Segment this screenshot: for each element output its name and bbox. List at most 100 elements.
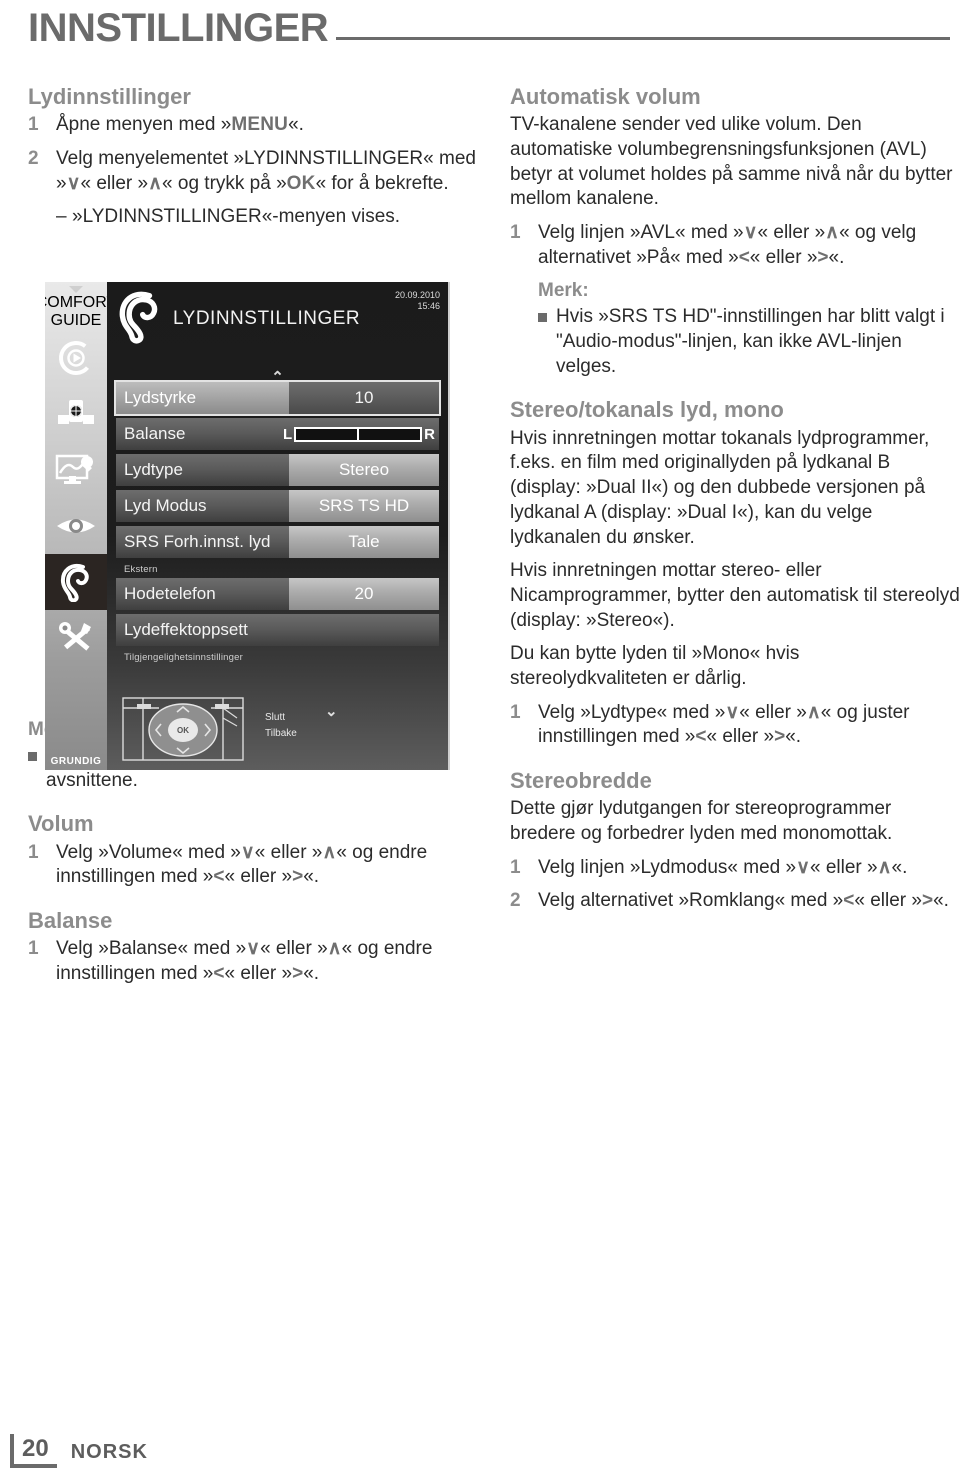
menu-row-value: Tale [289,526,439,558]
heading-volum: Volum [28,811,94,837]
step-number: 2 [510,890,521,912]
menu-row-lydeffektoppsett[interactable]: Lydeffektoppsett [116,614,439,646]
step-number: 1 [28,841,39,863]
step-item: 1 Velg linjen »Lydmodus« med »∨« eller »… [510,856,960,881]
menu-row-lydstyrke[interactable]: Lydstyrke 10 [114,380,441,416]
paragraph-avl: TV-kanalene sender ved ulike volum. Den … [510,114,953,210]
menu-row-label: Lydstyrke [116,382,289,414]
comfort-guide-line2: GUIDE [50,312,102,329]
step-item: 2 Velg alternativet »Romklang« med »<« e… [510,889,960,914]
page-title-bar: INNSTILLINGER [28,8,950,48]
title-underline [336,37,950,40]
comfort-guide-label: COMFORT GUIDE [45,282,116,330]
menu-row-label: Lydtype [116,454,289,486]
dash-note: – »LYDINNSTILLINGER«-menyen vises. [56,205,478,230]
menu-group-label-tilgjengelighet: Tilgjengelighetsinnstillinger [124,652,243,663]
step-text: Velg menyelementet »LYDINNSTILLINGER« me… [56,147,476,194]
menu-row-label: SRS Forh.innst. lyd [116,526,289,558]
page-number: 20 [10,1433,57,1468]
menu-row-value: SRS TS HD [289,490,439,522]
menu-row-hodetelefon[interactable]: Hodetelefon 20 [116,578,439,610]
tv-datetime: 20.09.2010 15:46 [395,290,440,313]
rail-item-eye[interactable] [45,498,107,554]
balance-left-label: L [282,425,293,443]
legend-slutt: Slutt [265,712,286,723]
paragraph-stereo-1: Hvis innretningen mottar tokanals lydpro… [510,427,930,548]
tv-date: 20.09.2010 [394,290,440,300]
rail-item-tools[interactable] [45,610,107,666]
menu-row-lyd-modus[interactable]: Lyd Modus SRS TS HD [116,490,439,522]
balance-right-label: R [424,425,435,443]
chevron-down-icon[interactable]: ⌄ [325,704,338,719]
menu-row-label: Hodetelefon [116,578,289,610]
rail-item-media[interactable] [45,330,107,386]
rail-item-sound[interactable] [45,554,107,610]
comfort-guide-line1: COMFORT [45,294,117,311]
rail-item-picture[interactable] [45,442,107,498]
menu-row-balanse[interactable]: Balanse L R [116,418,439,450]
menu-row-srs-forh-innst-lyd[interactable]: SRS Forh.innst. lyd Tale [116,526,439,558]
step-item: 1 Åpne menyen med »MENU«. [28,113,478,138]
tv-menu-header: LYDINNSTILLINGER [117,288,360,349]
page-title: INNSTILLINGER [28,6,329,50]
step-number: 2 [28,147,39,169]
source-input-icon [56,397,96,431]
heading-balanse: Balanse [28,908,113,934]
svg-text:OK: OK [177,726,189,735]
step-item: 1 Velg »Volume« med »∨« eller »∧« og end… [28,841,478,890]
step-number: 1 [510,222,521,244]
step-text: Velg alternativet »Romklang« med »<« ell… [538,890,949,912]
note-heading-merk: Merk: [538,280,589,302]
balance-thumb [357,426,360,442]
step-number: 1 [510,856,521,878]
step-text: Åpne menyen med »MENU«. [56,114,304,136]
media-play-icon [57,339,95,377]
step-text: Velg »Balanse« med »∨« eller »∧« og endr… [56,938,433,985]
remote-dpad-icon: OK [119,697,251,768]
step-text: Velg »Lydtype« med »∨« eller »∧« og just… [538,701,910,748]
menu-group-label-ekstern: Ekstern [124,564,158,575]
tv-menu-screenshot: COMFORT GUIDE [45,282,450,770]
menu-row-label: Balanse [116,418,263,450]
menu-row-lydtype[interactable]: Lydtype Stereo [116,454,439,486]
step-number: 1 [28,114,39,136]
rail-item-source[interactable] [45,386,107,442]
triangle-down-icon [69,286,83,293]
bullet-square-icon [28,744,46,793]
heading-stereo-tokanals: Stereo/tokanals lyd, mono [510,397,784,423]
right-column: Automatisk volum TV-kanalene sender ved … [510,84,960,923]
heading-stereobredde: Stereobredde [510,768,652,794]
footer-legend: Slutt Tilbake [265,710,297,741]
ear-sound-icon [59,562,93,602]
menu-row-value: 20 [289,578,439,610]
step-item: 1 Velg »Lydtype« med »∨« eller »∧« og ju… [510,701,960,750]
step-number: 1 [510,701,521,723]
tv-sidebar-rail: COMFORT GUIDE [45,282,116,770]
step-item: 1 Velg »Balanse« med »∨« eller »∧« og en… [28,937,478,986]
balance-track[interactable] [294,426,423,442]
menu-row-label: Lydeffektoppsett [116,614,439,646]
legend-tilbake: Tilbake [265,727,297,739]
ear-sound-icon [117,288,163,349]
tv-time: 15:46 [417,301,440,312]
balance-slider[interactable]: L R [263,418,439,450]
menu-row-value: Stereo [289,454,439,486]
tools-settings-icon [56,620,96,656]
eye-picture-icon [55,513,97,539]
paragraph-stereo-2: Hvis innretningen mottar stereo- eller N… [510,560,960,631]
bullet-text: Hvis »SRS TS HD"-innstillingen har blitt… [556,306,945,377]
picture-settings-icon [55,453,97,487]
paragraph-stereo-3: Du kan bytte lyden til »Mono« hvis stere… [510,643,800,689]
step-text: Velg linjen »AVL« med »∨« eller »∧« og v… [538,222,917,268]
bullet-item: Hvis »SRS TS HD"-innstillingen har blitt… [538,305,960,379]
paragraph-stereobredde: Dette gjør lydutgangen for stereoprogram… [510,798,893,845]
page-language: NORSK [70,1441,148,1463]
dash-marker: – [56,206,67,228]
tv-menu-body: LYDINNSTILLINGER 20.09.2010 15:46 ⌃ Lyds… [107,282,450,770]
step-text: Velg »Volume« med »∨« eller »∧« og endre… [56,841,428,888]
bullet-square-icon [538,305,556,379]
step-number: 1 [28,938,39,960]
tv-menu-footer: OK Slutt Tilbake ⌄ [119,692,436,766]
heading-lydinnstillinger: Lydinnstillinger [28,84,191,109]
dash-text: »LYDINNSTILLINGER«-menyen vises. [72,206,401,228]
